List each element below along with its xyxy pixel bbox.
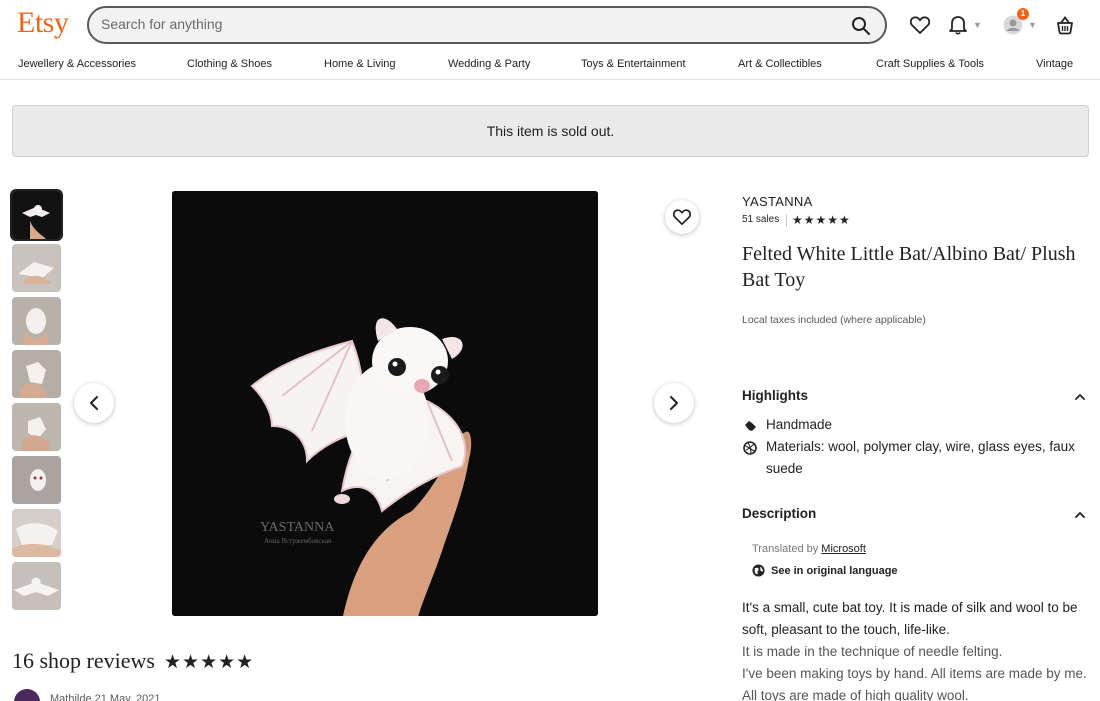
chevron-right-icon xyxy=(670,396,678,410)
favorites-heart-icon[interactable] xyxy=(908,13,932,37)
cart-basket-icon[interactable] xyxy=(1053,13,1077,37)
nav-item-vintage[interactable]: Vintage xyxy=(1036,58,1073,70)
shop-name-link[interactable]: YASTANNA xyxy=(742,194,813,209)
highlight-materials: Materials: wool, polymer clay, wire, gla… xyxy=(766,439,1075,476)
thumbnail-3[interactable] xyxy=(12,297,61,345)
search-icon[interactable] xyxy=(851,16,871,36)
translated-by-prefix: Translated by xyxy=(752,543,822,555)
review-item: Mathilde 21 May, 2021 xyxy=(12,688,312,701)
see-original-label[interactable]: See in original language xyxy=(771,565,898,577)
nav-item-toys[interactable]: Toys & Entertainment xyxy=(581,58,686,70)
shop-rating-stars: ★★★★★ xyxy=(164,652,255,673)
description-body: It's a small, cute bat toy. It is made o… xyxy=(742,597,1087,701)
bell-icon[interactable] xyxy=(946,13,970,37)
nav-item-clothing[interactable]: Clothing & Shoes xyxy=(187,58,272,70)
watermark-text: YASTANNA xyxy=(260,520,335,535)
main-product-image[interactable]: YASTANNA Анна Ястржембовская xyxy=(172,191,598,616)
description-paragraph: It's a small, cute bat toy. It is made o… xyxy=(742,600,1078,637)
account-caret-icon[interactable]: ▼ xyxy=(1028,20,1037,30)
category-nav: Jewellery & Accessories Clothing & Shoes… xyxy=(0,50,1100,80)
shop-stars[interactable]: ★★★★★ xyxy=(792,213,851,227)
highlight-handmade: Handmade xyxy=(766,417,833,432)
description-paragraph: It is made in the technique of needle fe… xyxy=(742,644,1003,659)
thumbnail-5[interactable] xyxy=(12,403,61,451)
description-paragraph: I've been making toys by hand. All items… xyxy=(742,666,1087,701)
next-image-button[interactable] xyxy=(654,383,694,423)
bell-caret-icon[interactable]: ▼ xyxy=(973,20,982,30)
prev-image-button[interactable] xyxy=(74,383,114,423)
description-heading[interactable]: Description xyxy=(742,506,816,521)
site-header: Etsy ▼ 1 ▼ xyxy=(0,0,1100,50)
translated-by-note: Translated by Microsoft xyxy=(752,543,866,555)
watermark-subtext: Анна Ястржембовская xyxy=(264,537,332,545)
etsy-logo[interactable]: Etsy xyxy=(17,6,69,40)
thumbnail-7[interactable] xyxy=(12,509,61,557)
heart-icon xyxy=(673,209,691,225)
shop-reviews-title: 16 shop reviews xyxy=(12,648,155,673)
reviewer-avatar xyxy=(14,689,40,701)
thumbnail-4[interactable] xyxy=(12,350,61,398)
sales-divider xyxy=(786,214,787,227)
chevron-up-icon[interactable] xyxy=(1072,388,1088,404)
microsoft-link[interactable]: Microsoft xyxy=(821,543,866,555)
see-original-language-button[interactable]: See in original language xyxy=(752,564,898,577)
yarn-icon xyxy=(743,441,757,455)
sold-out-banner: This item is sold out. xyxy=(12,105,1089,157)
hand-icon xyxy=(743,419,757,433)
notification-badge: 1 xyxy=(1017,8,1029,20)
nav-item-home[interactable]: Home & Living xyxy=(324,58,396,70)
nav-item-wedding[interactable]: Wedding & Party xyxy=(448,58,530,70)
nav-item-craft[interactable]: Craft Supplies & Tools xyxy=(876,58,984,70)
thumbnail-6[interactable] xyxy=(12,456,61,504)
nav-item-art[interactable]: Art & Collectibles xyxy=(738,58,822,70)
chevron-up-icon[interactable] xyxy=(1072,506,1088,522)
sales-count: 51 sales xyxy=(742,214,780,225)
chevron-left-icon xyxy=(90,396,98,410)
globe-icon xyxy=(752,564,765,577)
listing-title: Felted White Little Bat/Albino Bat/ Plus… xyxy=(742,243,1076,291)
reviewer-name-date: Mathilde 21 May, 2021 xyxy=(50,693,161,701)
search-input[interactable] xyxy=(101,16,831,32)
nav-item-jewellery[interactable]: Jewellery & Accessories xyxy=(18,58,136,70)
search-bar[interactable] xyxy=(87,6,887,44)
thumbnail-8[interactable] xyxy=(12,562,61,610)
favorite-item-button[interactable] xyxy=(665,200,699,234)
highlights-heading[interactable]: Highlights xyxy=(742,388,808,403)
taxes-note: Local taxes included (where applicable) xyxy=(742,314,926,326)
thumbnail-1[interactable] xyxy=(10,189,63,241)
sold-out-text: This item is sold out. xyxy=(486,123,615,139)
thumbnail-2[interactable] xyxy=(12,244,61,292)
